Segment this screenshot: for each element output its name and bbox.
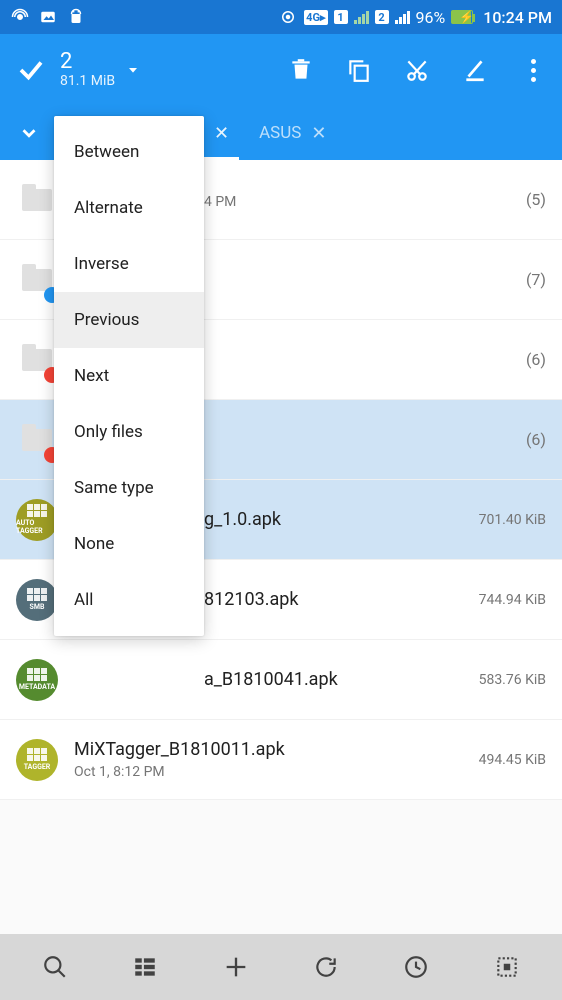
search-button[interactable] [38, 950, 72, 984]
selection-size: 81.1 MiB [60, 73, 115, 89]
bottom-toolbar [0, 934, 562, 1000]
menu-item-only-files[interactable]: Only files [54, 404, 204, 460]
file-date: Oct 1, 8:12 PM [74, 764, 471, 780]
tab-expand-button[interactable] [14, 122, 44, 144]
apk-icon: TAGGER [16, 739, 58, 781]
folder-icon [16, 419, 58, 461]
file-meta: 701.40 KiB [479, 512, 546, 528]
apk-icon: AUTO TAGGER [16, 499, 58, 541]
menu-item-alternate[interactable]: Alternate [54, 180, 204, 236]
file-name: a_B1810041.apk [74, 669, 471, 690]
apk-icon: METADATA [16, 659, 58, 701]
refresh-button[interactable] [309, 950, 343, 984]
selection-dropdown-toggle[interactable] [125, 62, 141, 78]
folder-icon [16, 259, 58, 301]
hotspot-icon [10, 7, 30, 27]
signal-bars-sim2-icon [395, 10, 410, 24]
tab-asus[interactable]: ASUS ✕ [249, 106, 336, 160]
tab-label: ASUS [259, 123, 301, 143]
file-meta: (6) [526, 350, 546, 369]
file-row[interactable]: METADATA a_B1810041.apk 583.76 KiB [0, 640, 562, 720]
file-meta: (5) [526, 190, 546, 209]
more-options-button[interactable] [518, 55, 548, 85]
signal-bars-sim1-icon [354, 10, 369, 24]
file-meta: 744.94 KiB [479, 592, 546, 608]
network-4g-icon: 4G▸ [304, 10, 327, 25]
menu-item-inverse[interactable]: Inverse [54, 236, 204, 292]
clock-time: 10:24 PM [483, 8, 552, 27]
battery-charging-icon: ⚡ [451, 10, 473, 24]
history-button[interactable] [399, 950, 433, 984]
menu-item-next[interactable]: Next [54, 348, 204, 404]
rename-button[interactable] [460, 55, 490, 85]
select-all-button[interactable] [490, 950, 524, 984]
menu-item-all[interactable]: All [54, 572, 204, 628]
file-meta: (6) [526, 430, 546, 449]
location-icon [278, 7, 298, 27]
battery-percent: 96% [416, 8, 446, 27]
delete-button[interactable] [286, 55, 316, 85]
menu-item-same-type[interactable]: Same type [54, 460, 204, 516]
file-meta: (7) [526, 270, 546, 289]
close-icon[interactable]: ✕ [311, 123, 326, 144]
menu-item-none[interactable]: None [54, 516, 204, 572]
apk-icon: SMB [16, 579, 58, 621]
file-row[interactable]: TAGGER MiXTagger_B1810011.apk Oct 1, 8:1… [0, 720, 562, 800]
selection-action-bar: 2 81.1 MiB [0, 34, 562, 106]
file-meta: 494.45 KiB [479, 752, 546, 768]
copy-button[interactable] [344, 55, 374, 85]
add-button[interactable] [219, 950, 253, 984]
close-icon[interactable]: ✕ [214, 123, 229, 144]
gallery-icon [38, 7, 58, 27]
status-bar: 4G▸ 1 2 96% ⚡ 10:24 PM [0, 0, 562, 34]
selection-mode-menu: BetweenAlternateInversePreviousNextOnly … [54, 116, 204, 636]
sim1-icon: 1 [334, 10, 348, 24]
android-icon [66, 7, 86, 27]
confirm-selection-button[interactable] [14, 55, 48, 85]
sim2-icon: 2 [375, 10, 389, 24]
folder-icon [16, 339, 58, 381]
menu-item-previous[interactable]: Previous [54, 292, 204, 348]
cut-button[interactable] [402, 55, 432, 85]
file-name: MiXTagger_B1810011.apk [74, 739, 471, 760]
view-mode-button[interactable] [128, 950, 162, 984]
selection-count: 2 [60, 51, 115, 73]
menu-item-between[interactable]: Between [54, 124, 204, 180]
file-meta: 583.76 KiB [479, 672, 546, 688]
folder-icon [16, 179, 58, 221]
